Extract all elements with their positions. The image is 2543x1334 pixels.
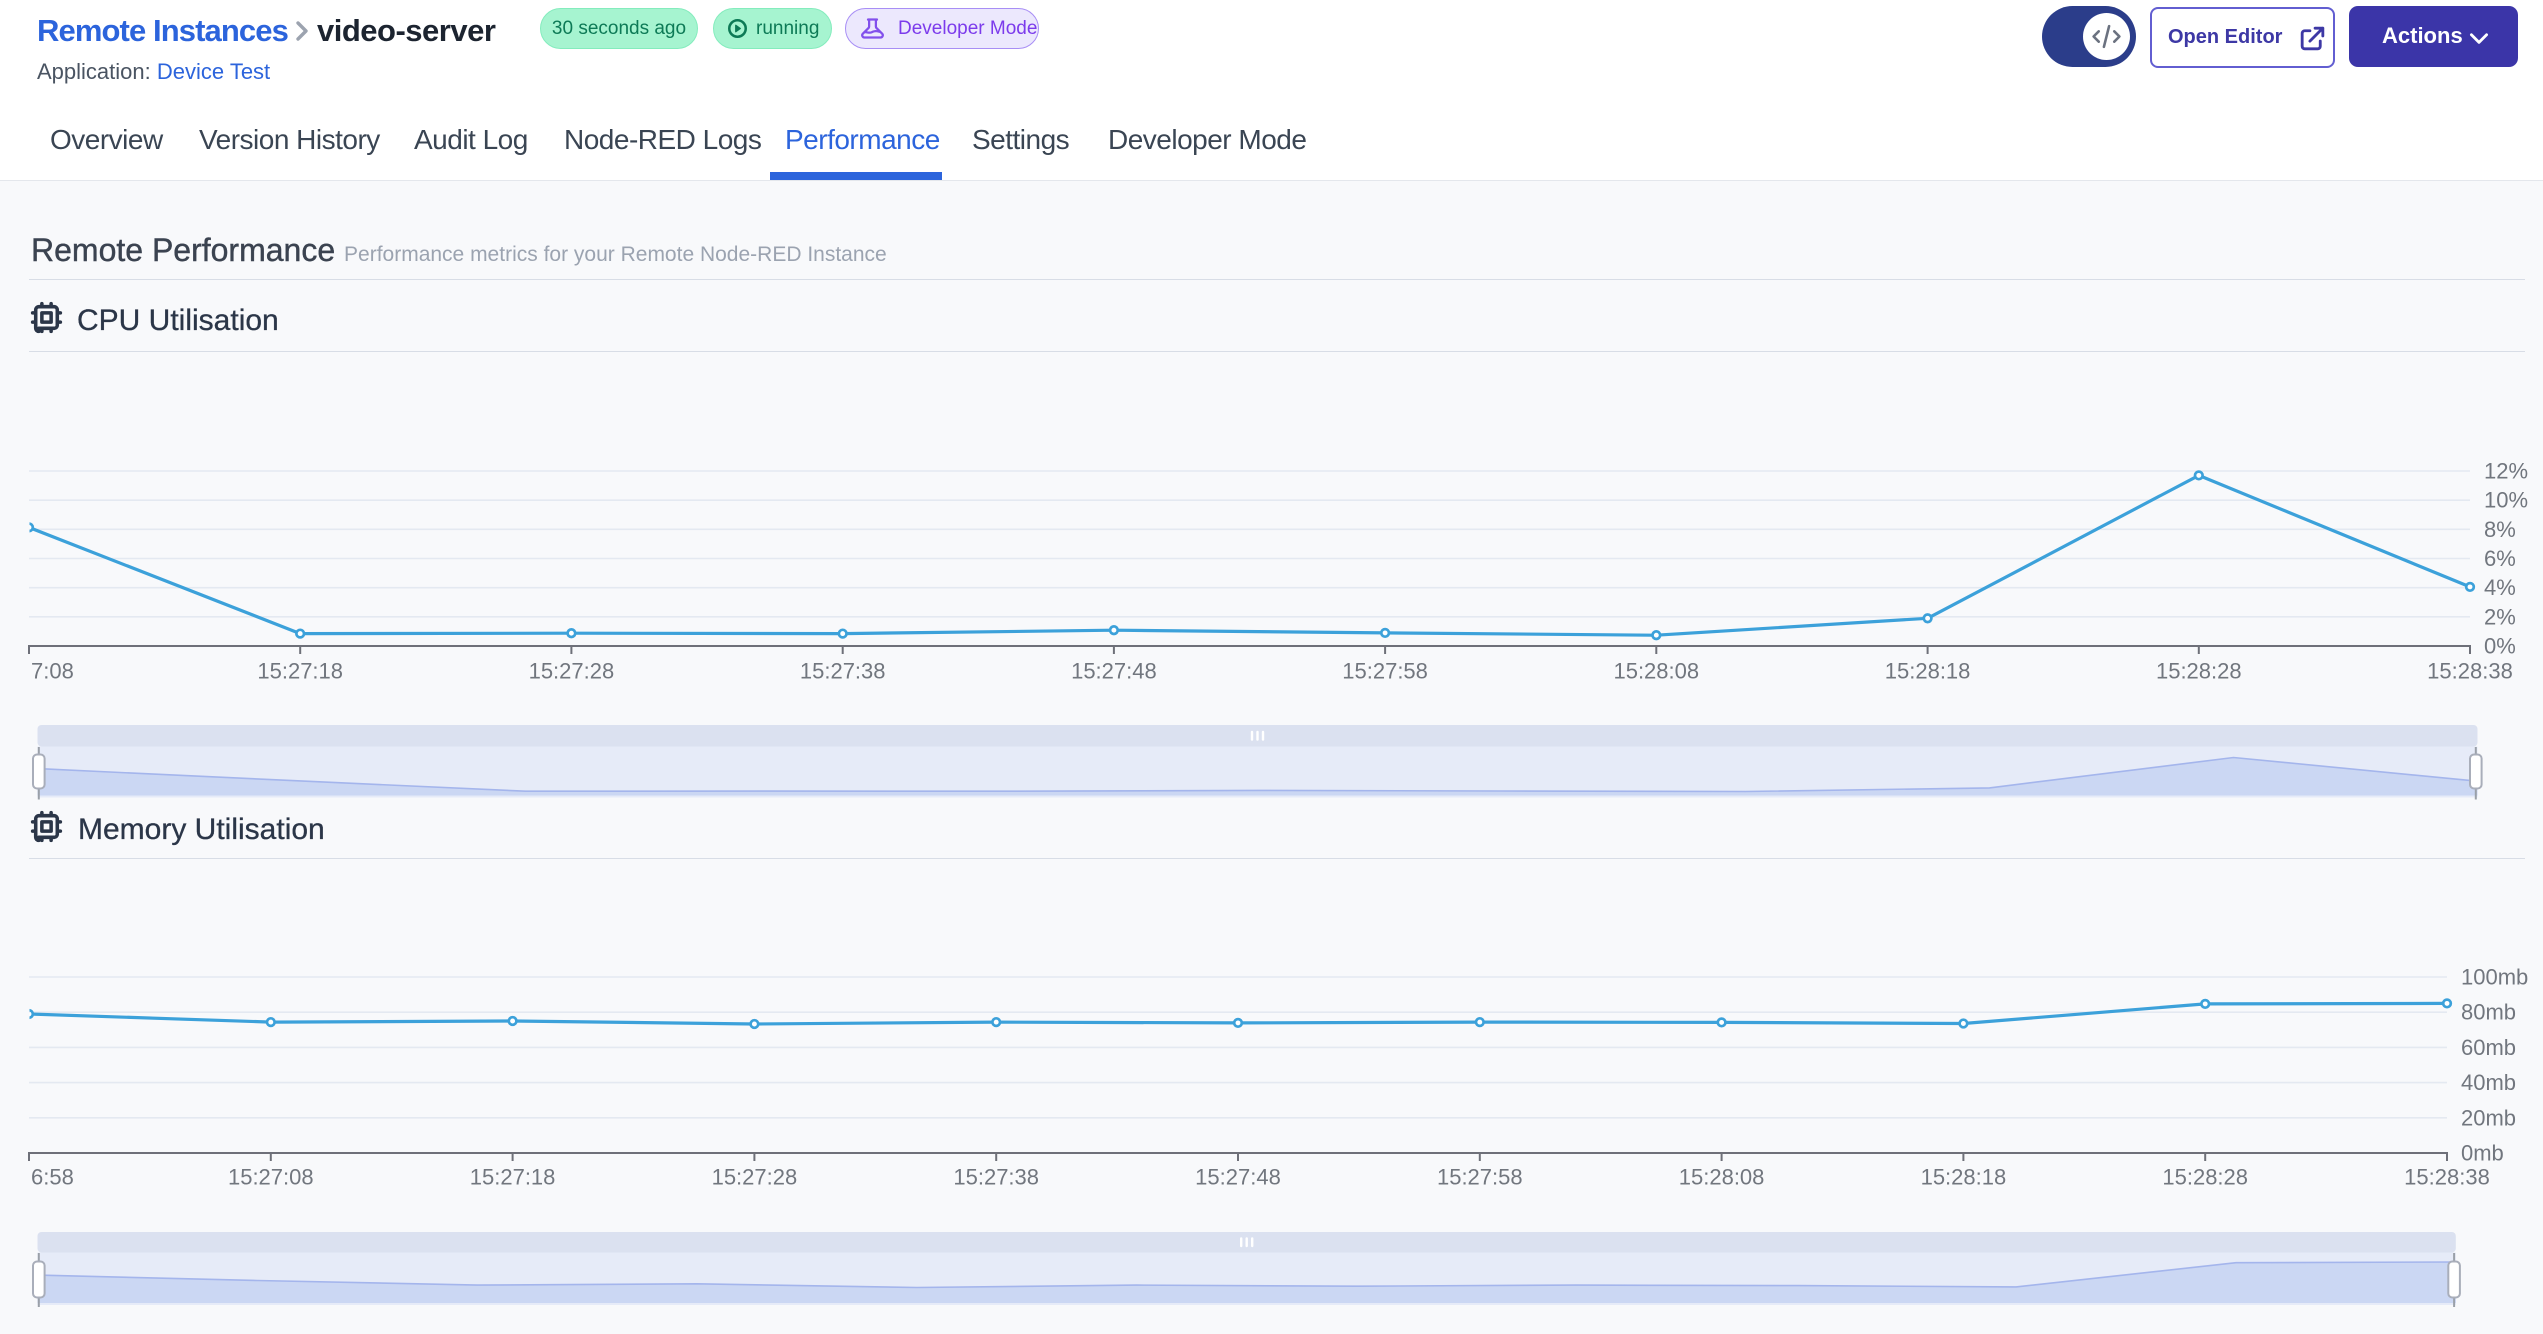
svg-text:0mb: 0mb	[2461, 1141, 2504, 1166]
svg-text:10%: 10%	[2484, 488, 2528, 513]
svg-text:15:28:28: 15:28:28	[2156, 659, 2242, 684]
svg-text:15:27:58: 15:27:58	[1342, 659, 1428, 684]
svg-text:40mb: 40mb	[2461, 1070, 2516, 1095]
svg-text:7:08: 7:08	[31, 659, 74, 684]
svg-text:20mb: 20mb	[2461, 1105, 2516, 1130]
svg-text:15:27:38: 15:27:38	[953, 1165, 1039, 1190]
svg-text:15:28:18: 15:28:18	[1921, 1165, 2007, 1190]
svg-text:2%: 2%	[2484, 604, 2516, 629]
svg-text:6:58: 6:58	[31, 1165, 74, 1190]
svg-text:15:27:58: 15:27:58	[1437, 1165, 1523, 1190]
svg-text:15:27:18: 15:27:18	[470, 1165, 556, 1190]
svg-text:15:27:28: 15:27:28	[529, 659, 615, 684]
svg-text:15:28:18: 15:28:18	[1885, 659, 1971, 684]
svg-text:15:28:38: 15:28:38	[2427, 659, 2513, 684]
svg-text:4%: 4%	[2484, 575, 2516, 600]
svg-text:0%: 0%	[2484, 634, 2516, 659]
svg-text:60mb: 60mb	[2461, 1035, 2516, 1060]
svg-text:15:28:08: 15:28:08	[1613, 659, 1699, 684]
svg-text:15:27:48: 15:27:48	[1071, 659, 1157, 684]
svg-text:15:27:08: 15:27:08	[228, 1165, 314, 1190]
svg-text:15:27:18: 15:27:18	[257, 659, 343, 684]
svg-text:6%: 6%	[2484, 546, 2516, 571]
svg-text:15:27:48: 15:27:48	[1195, 1165, 1281, 1190]
svg-text:15:28:28: 15:28:28	[2162, 1165, 2248, 1190]
svg-text:15:27:28: 15:27:28	[712, 1165, 798, 1190]
svg-text:15:27:38: 15:27:38	[800, 659, 886, 684]
svg-text:12%: 12%	[2484, 459, 2528, 484]
svg-text:100mb: 100mb	[2461, 965, 2528, 990]
svg-text:15:28:38: 15:28:38	[2404, 1165, 2490, 1190]
svg-text:15:28:08: 15:28:08	[1679, 1165, 1765, 1190]
svg-text:80mb: 80mb	[2461, 1000, 2516, 1025]
svg-text:8%: 8%	[2484, 517, 2516, 542]
